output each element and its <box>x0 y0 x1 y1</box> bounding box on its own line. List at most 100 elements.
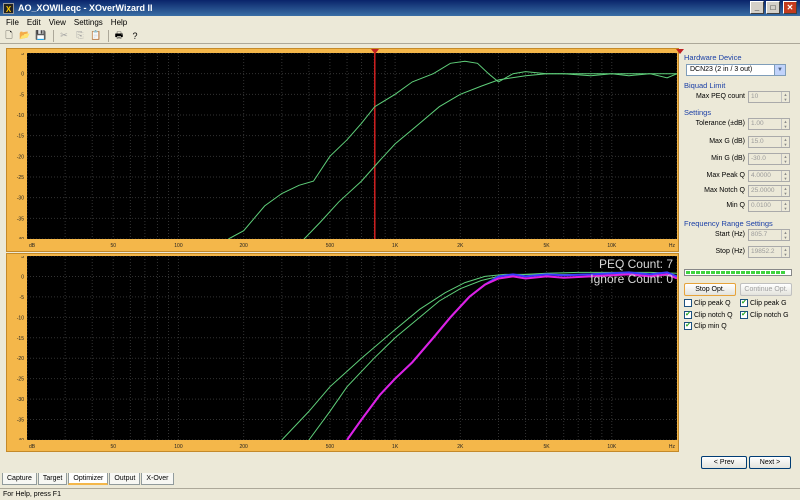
checkmark-icon[interactable]: ✔ <box>684 322 692 330</box>
progress-block <box>686 271 690 274</box>
spinner-arrows-icon[interactable]: ▲ ▼ <box>781 200 789 211</box>
y-tick-label: 5 <box>21 256 24 260</box>
progress-block <box>736 271 740 274</box>
clip-peak-q-checkbox[interactable]: Clip peak Q <box>684 299 731 307</box>
y-tick-label: -15 <box>17 134 24 140</box>
title-bar[interactable]: X AO_XOWII.eqc - XOverWizard II _ □ ✕ <box>0 0 800 16</box>
x-tick-label: 1K <box>392 243 399 249</box>
min-g-value: -30.0 <box>751 154 766 162</box>
maximize-button[interactable]: □ <box>766 1 780 14</box>
save-icon[interactable]: 💾 <box>34 29 48 42</box>
max-peak-q-row: Max Peak Q 4.0000 ▲ ▼ <box>706 169 790 182</box>
min-q-spinner[interactable]: 0.0100 ▲ ▼ <box>748 199 790 212</box>
menu-view[interactable]: View <box>45 18 70 27</box>
chevron-down-icon[interactable]: ▼ <box>774 65 785 75</box>
status-bar: For Help, press F1 <box>0 488 800 500</box>
menu-file[interactable]: File <box>2 18 23 27</box>
menu-bar: File Edit View Settings Help <box>0 16 800 28</box>
clip-notch-g-checkbox[interactable]: ✔ Clip notch G <box>740 311 789 319</box>
progress-block <box>696 271 700 274</box>
clip-min-q-checkbox[interactable]: ✔ Clip min Q <box>684 322 727 330</box>
progress-block <box>706 271 710 274</box>
new-icon[interactable]: 🗋 <box>2 29 16 42</box>
max-g-spinner[interactable]: 15.0 ▲ ▼ <box>748 135 790 148</box>
checkmark-icon[interactable]: ✔ <box>740 311 748 319</box>
app-logo-icon: X <box>3 2 14 14</box>
y-tick-label: -30 <box>17 196 24 202</box>
checkmark-icon[interactable]: ✔ <box>740 299 748 307</box>
tab-x-over[interactable]: X-Over <box>141 473 174 485</box>
checkmark-icon[interactable]: ✔ <box>684 311 692 319</box>
stop-opt-button[interactable]: Stop Opt. <box>684 283 736 296</box>
series-line-0 <box>228 60 677 239</box>
spinner-arrows-icon[interactable]: ▲ ▼ <box>781 246 789 257</box>
help-cursor-icon[interactable]: ? <box>128 29 142 42</box>
marker-handle-icon[interactable] <box>370 49 379 54</box>
menu-settings[interactable]: Settings <box>70 18 107 27</box>
tolerance-spinner[interactable]: 1.00 ▲ ▼ <box>748 117 790 130</box>
close-button[interactable]: ✕ <box>783 1 797 14</box>
print-icon[interactable]: 🖶 <box>112 29 126 42</box>
copy-icon[interactable]: ⎘ <box>73 29 87 42</box>
next-button[interactable]: Next > <box>749 456 791 469</box>
tolerance-row: Tolerance (±dB) 1.00 ▲ ▼ <box>696 117 790 130</box>
tab-output[interactable]: Output <box>109 473 141 485</box>
stop-freq-row: Stop (Hz) 19852.2 ▲ ▼ <box>715 245 790 258</box>
response-chart-frame: dB 50 100 200 500 1K 2K 5K 10K Hz 5 0 -5 -10 -15 -20 -2… <box>6 48 684 252</box>
series-line-3 <box>346 273 677 440</box>
y-tick-label: -10 <box>17 315 24 321</box>
x-tick-label: 2K <box>457 444 464 450</box>
optimizer-chart-plot[interactable]: PEQ Count: 7 Ignore Count: 0 <box>27 256 677 440</box>
prev-button[interactable]: < Prev <box>701 456 747 469</box>
clip-notch-q-label: Clip notch Q <box>694 311 733 319</box>
spinner-arrows-icon[interactable]: ▲ ▼ <box>781 229 789 240</box>
continue-opt-button[interactable]: Continue Opt. <box>740 283 792 296</box>
x-tick-label: 100 <box>174 243 183 249</box>
biquad-limit-heading: Biquad Limit <box>684 81 726 90</box>
clip-peak-g-checkbox[interactable]: ✔ Clip peak G <box>740 299 787 307</box>
chart-svg <box>27 53 677 239</box>
x-tick-label: 5K <box>543 243 550 249</box>
paste-icon[interactable]: 📋 <box>89 29 103 42</box>
spinner-arrows-icon[interactable]: ▲ ▼ <box>781 153 789 164</box>
spinner-arrows-icon[interactable]: ▲ ▼ <box>781 118 789 129</box>
cut-icon[interactable]: ✂ <box>57 29 71 42</box>
y-tick-label: 0 <box>21 72 24 78</box>
tolerance-label: Tolerance (±dB) <box>695 120 745 127</box>
x-tick-label: 10K <box>607 243 617 249</box>
progress-block <box>721 271 725 274</box>
open-icon[interactable]: 📂 <box>18 29 32 42</box>
spinner-arrows-icon[interactable]: ▲ ▼ <box>781 136 789 147</box>
max-peak-q-spinner[interactable]: 4.0000 ▲ ▼ <box>748 169 790 182</box>
start-freq-spinner[interactable]: 805.7 ▲ ▼ <box>748 228 790 241</box>
response-chart-plot[interactable] <box>27 53 677 239</box>
tab-target[interactable]: Target <box>37 473 68 485</box>
y-tick-label: 5 <box>21 53 24 57</box>
progress-block <box>691 271 695 274</box>
start-freq-label: Start (Hz) <box>715 231 745 238</box>
optimizer-chart-y-axis: 5 0 -5 -10 -15 -20 -25 -30 -35 -40 <box>17 256 24 440</box>
spinner-arrows-icon[interactable]: ▲ ▼ <box>781 170 789 181</box>
max-peq-value: 10 <box>751 92 759 100</box>
checkbox-icon[interactable] <box>684 299 692 307</box>
clip-notch-q-checkbox[interactable]: ✔ Clip notch Q <box>684 311 733 319</box>
tab-capture[interactable]: Capture <box>2 473 37 485</box>
minimize-button[interactable]: _ <box>750 1 764 14</box>
max-peq-spinner[interactable]: 10 ▲ ▼ <box>748 90 790 103</box>
max-peq-label: Max PEQ count <box>695 93 745 100</box>
max-notch-q-spinner[interactable]: 25.0000 ▲ ▼ <box>748 184 790 197</box>
tab-optimizer[interactable]: Optimizer <box>68 473 109 485</box>
start-freq-value: 805.7 <box>751 230 768 238</box>
hardware-device-heading: Hardware Device <box>684 53 742 62</box>
progress-block <box>731 271 735 274</box>
y-tick-label: -20 <box>17 154 24 160</box>
stop-freq-spinner[interactable]: 19852.2 ▲ ▼ <box>748 245 790 258</box>
spinner-arrows-icon[interactable]: ▲ ▼ <box>781 91 789 102</box>
x-tick-label: 500 <box>326 444 335 450</box>
hardware-device-select[interactable]: DCN23 (2 in / 3 out) ▼ <box>686 64 786 76</box>
menu-edit[interactable]: Edit <box>23 18 45 27</box>
min-g-spinner[interactable]: -30.0 ▲ ▼ <box>748 152 790 165</box>
menu-help[interactable]: Help <box>107 18 131 27</box>
spinner-arrows-icon[interactable]: ▲ ▼ <box>781 185 789 196</box>
y-tick-label: -40 <box>17 237 24 239</box>
